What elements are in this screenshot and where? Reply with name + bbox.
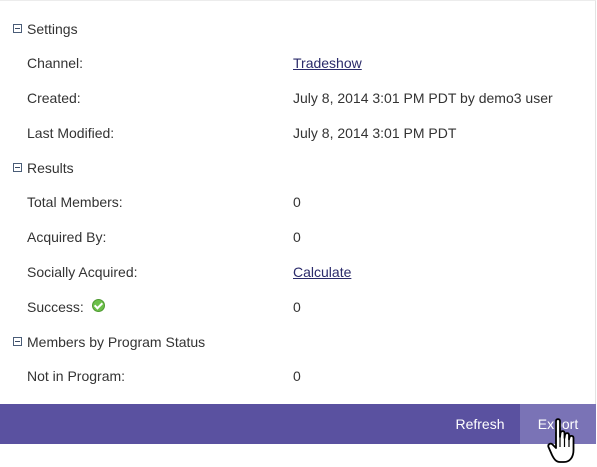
section-settings-header[interactable]: Settings <box>0 12 595 46</box>
calculate-link[interactable]: Calculate <box>293 255 351 289</box>
program-summary-panel: Settings Channel: Tradeshow Created: Jul… <box>0 0 596 405</box>
channel-link[interactable]: Tradeshow <box>293 46 362 80</box>
not-in-program-label: Not in Program: <box>27 368 126 384</box>
section-title: Results <box>27 160 74 176</box>
section-title: Members by Program Status <box>27 334 206 350</box>
row-created: Created: July 8, 2014 3:01 PM PDT by dem… <box>0 81 595 115</box>
success-label-wrap: Success: <box>27 290 105 324</box>
section-members-by-status-header[interactable]: Members by Program Status <box>0 325 595 359</box>
success-value: 0 <box>293 299 301 315</box>
success-label: Success: <box>27 299 84 315</box>
bottom-toolbar: Refresh Export <box>0 404 596 444</box>
check-circle-icon <box>91 298 105 312</box>
total-members-value: 0 <box>293 194 301 210</box>
refresh-button[interactable]: Refresh <box>445 404 515 444</box>
section-title: Settings <box>27 21 78 37</box>
section-results-header[interactable]: Results <box>0 151 595 185</box>
collapse-icon[interactable] <box>13 337 22 346</box>
last-modified-label: Last Modified: <box>27 125 115 141</box>
channel-label: Channel: <box>27 55 84 71</box>
created-value: July 8, 2014 3:01 PM PDT by demo3 user <box>293 90 553 106</box>
last-modified-value: July 8, 2014 3:01 PM PDT <box>293 125 457 141</box>
row-success: Success: 0 <box>0 290 595 324</box>
socially-acquired-label: Socially Acquired: <box>27 264 138 280</box>
acquired-by-value: 0 <box>293 229 301 245</box>
total-members-label: Total Members: <box>27 194 123 210</box>
acquired-by-label: Acquired By: <box>27 229 107 245</box>
row-not-in-program: Not in Program: 0 <box>0 359 595 393</box>
created-label: Created: <box>27 90 81 106</box>
row-channel: Channel: Tradeshow <box>0 46 595 80</box>
row-last-modified: Last Modified: July 8, 2014 3:01 PM PDT <box>0 116 595 150</box>
not-in-program-value: 0 <box>293 368 301 384</box>
row-total-members: Total Members: 0 <box>0 185 595 219</box>
hand-pointer-icon <box>547 418 575 463</box>
row-socially-acquired: Socially Acquired: Calculate <box>0 255 595 289</box>
row-acquired-by: Acquired By: 0 <box>0 220 595 254</box>
collapse-icon[interactable] <box>13 24 22 33</box>
collapse-icon[interactable] <box>13 163 22 172</box>
